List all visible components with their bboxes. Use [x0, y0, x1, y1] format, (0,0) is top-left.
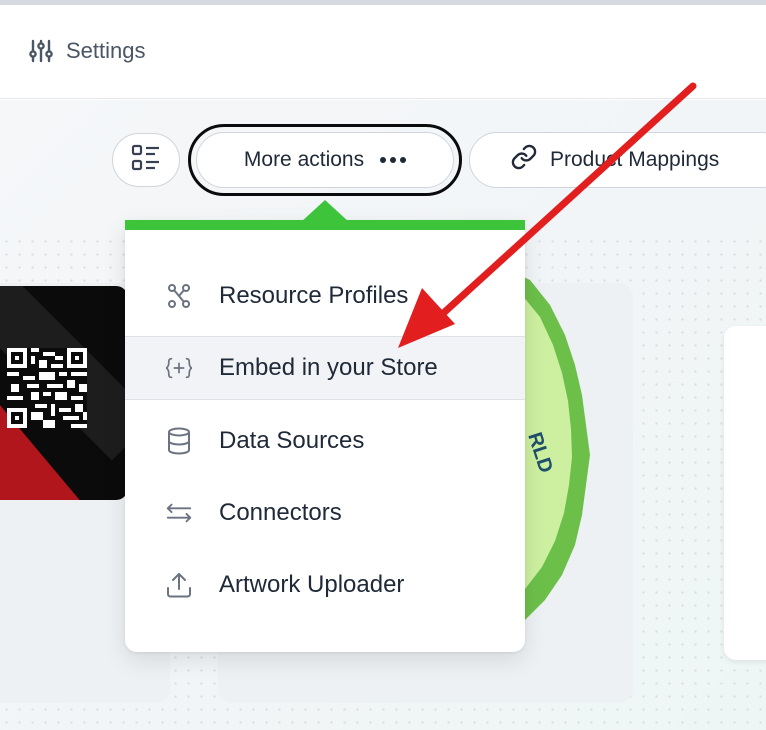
upload-icon: [165, 571, 193, 599]
menu-caret: [301, 200, 349, 222]
more-actions-menu: Resource Profiles Embed in your Store Da…: [125, 200, 525, 652]
top-bar: Settings: [0, 5, 766, 99]
more-actions-label: More actions: [243, 148, 365, 171]
qr-code-icon: [7, 348, 87, 428]
menu-item-label: Connectors: [219, 499, 342, 526]
embed-braces-icon: [165, 354, 193, 382]
settings-label: Settings: [66, 38, 146, 63]
menu-item-connectors[interactable]: Connectors: [125, 481, 525, 545]
menu-item-embed-in-your-store[interactable]: Embed in your Store: [125, 336, 525, 400]
menu-item-label: Resource Profiles: [219, 282, 409, 309]
menu-item-resource-profiles[interactable]: Resource Profiles: [125, 264, 525, 328]
link-icon: [510, 143, 538, 177]
right-card: [724, 326, 766, 660]
product-mappings-label: Product Mappings: [550, 148, 720, 171]
settings-link[interactable]: Settings: [28, 36, 146, 66]
menu-item-label: Embed in your Store: [219, 354, 438, 381]
menu-item-artwork-uploader[interactable]: Artwork Uploader: [125, 553, 525, 617]
menu-accent-bar: [125, 220, 525, 230]
sliders-icon: [28, 38, 54, 64]
ellipsis-icon: [380, 157, 407, 163]
menu-item-label: Artwork Uploader: [219, 571, 405, 598]
view-toggle-button[interactable]: [112, 133, 180, 187]
database-icon: [165, 427, 193, 455]
page: Settings RLD More actions Product Mappin…: [0, 0, 766, 730]
product-mappings-button[interactable]: Product Mappings: [469, 132, 766, 188]
more-actions-button[interactable]: More actions: [196, 132, 454, 188]
arrows-left-right-icon: [165, 499, 193, 527]
list-view-icon: [131, 144, 161, 177]
graph-nodes-icon: [165, 282, 193, 310]
menu-item-data-sources[interactable]: Data Sources: [125, 409, 525, 473]
menu-item-label: Data Sources: [219, 427, 365, 454]
product-card-image: [0, 286, 128, 500]
